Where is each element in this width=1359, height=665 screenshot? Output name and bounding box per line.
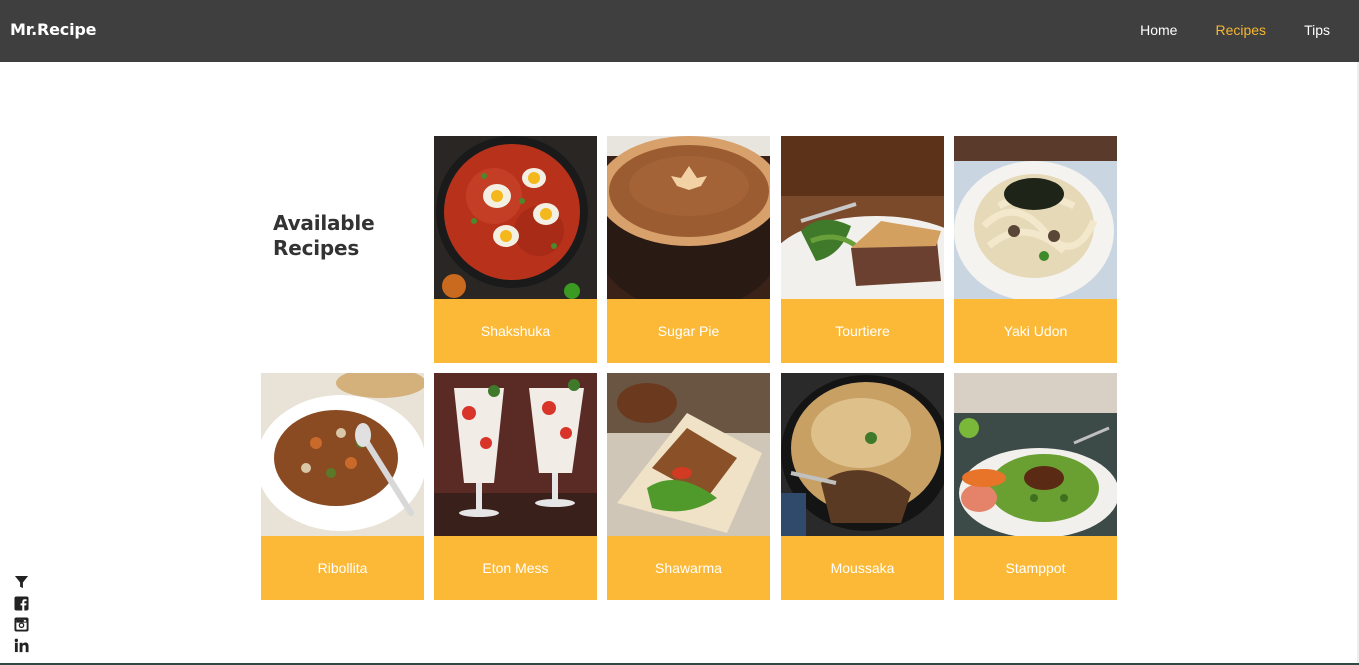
recipe-card-shakshuka[interactable]: Shakshuka [434, 136, 597, 363]
recipe-card-moussaka[interactable]: Moussaka [781, 373, 944, 600]
recipe-photo-sugar-pie [607, 136, 770, 299]
top-navbar: Mr.Recipe Home Recipes Tips [0, 0, 1359, 62]
social-bar [14, 575, 30, 659]
brand-logo[interactable]: Mr.Recipe [10, 20, 96, 39]
recipe-photo-ribollita [261, 373, 424, 536]
linkedin-icon[interactable] [14, 638, 29, 653]
recipe-name: Shakshuka [434, 299, 597, 363]
filter-icon[interactable] [14, 575, 29, 590]
recipe-card-yaki-udon[interactable]: Yaki Udon [954, 136, 1117, 363]
recipe-name: Sugar Pie [607, 299, 770, 363]
recipe-card-ribollita[interactable]: Ribollita [261, 373, 424, 600]
recipe-name: Moussaka [781, 536, 944, 600]
recipe-card-eton-mess[interactable]: Eton Mess [434, 373, 597, 600]
page-title: Available Recipes [273, 211, 375, 261]
recipe-card-sugar-pie[interactable]: Sugar Pie [607, 136, 770, 363]
instagram-icon[interactable] [14, 617, 29, 632]
recipe-card-stamppot[interactable]: Stamppot [954, 373, 1117, 600]
recipe-photo-tourtiere [781, 136, 944, 299]
recipe-name: Yaki Udon [954, 299, 1117, 363]
facebook-icon[interactable] [14, 596, 29, 611]
recipe-card-tourtiere[interactable]: Tourtiere [781, 136, 944, 363]
page-title-line1: Available [273, 211, 375, 235]
nav-tips-link[interactable]: Tips [1304, 22, 1330, 38]
recipe-name: Tourtiere [781, 299, 944, 363]
recipe-photo-stamppot [954, 373, 1117, 536]
recipe-photo-eton-mess [434, 373, 597, 536]
nav-recipes-link[interactable]: Recipes [1215, 22, 1266, 38]
recipe-photo-moussaka [781, 373, 944, 536]
recipe-name: Eton Mess [434, 536, 597, 600]
nav-links: Home Recipes Tips [1102, 22, 1330, 38]
recipe-card-shawarma[interactable]: Shawarma [607, 373, 770, 600]
recipe-photo-shakshuka [434, 136, 597, 299]
recipe-photo-shawarma [607, 373, 770, 536]
recipe-name: Stamppot [954, 536, 1117, 600]
page-title-line2: Recipes [273, 236, 360, 260]
nav-home-link[interactable]: Home [1140, 22, 1177, 38]
recipe-photo-yaki-udon [954, 136, 1117, 299]
recipe-name: Ribollita [261, 536, 424, 600]
recipe-name: Shawarma [607, 536, 770, 600]
